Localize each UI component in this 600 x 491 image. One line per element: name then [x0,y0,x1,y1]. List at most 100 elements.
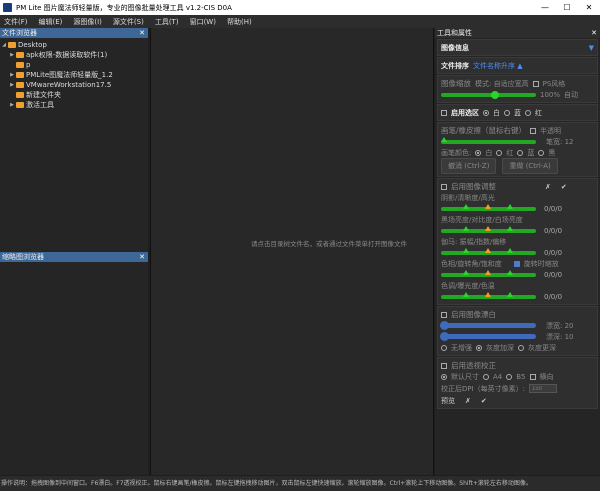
brush-white-radio[interactable] [475,149,482,156]
perspective-ok-button[interactable]: ✔ [481,397,487,405]
slider-handle-mid[interactable] [485,225,491,231]
close-button[interactable]: ✕ [578,0,600,15]
slider-handle[interactable] [440,332,449,341]
folder-icon [16,82,24,88]
close-panel-icon[interactable]: ✕ [591,28,597,38]
selection-red-radio[interactable] [525,109,531,116]
slider-handle-mid[interactable] [485,203,491,209]
enable-selection-checkbox[interactable] [441,109,447,116]
adjust-ok-button[interactable]: ✔ [561,183,567,191]
brush-red-radio[interactable] [496,149,503,156]
selection-white-radio[interactable] [483,109,489,116]
rotate-scale-checkbox[interactable] [513,260,520,267]
perspective-cancel-button[interactable]: ✗ [465,397,471,405]
bleach-depth-slider[interactable] [440,332,536,341]
adjust-value: 0/0/0 [544,226,563,235]
adjust-slider[interactable] [441,291,536,299]
sort-order-button[interactable]: 文件名称升序 ▲ [473,61,523,71]
close-panel-icon[interactable]: ✕ [139,28,145,38]
sort-section: 文件排序 文件名称升序 ▲ [437,57,598,74]
tree-node[interactable]: ▶ 激活工具 [0,100,148,110]
expand-arrow-icon[interactable]: ▶ [8,102,16,108]
tree-node[interactable]: ▶ apk权限-数据读取软件(1) [0,50,148,60]
slider-handle-low[interactable] [463,269,469,275]
default-size-radio[interactable] [441,373,447,380]
translucent-checkbox[interactable] [530,127,537,134]
slider-handle-low[interactable] [463,247,469,253]
slider-handle-high[interactable] [507,203,513,209]
brush-black-radio[interactable] [538,149,545,156]
tree-root[interactable]: ◢ Desktop [0,40,148,50]
expand-arrow-icon[interactable]: ▶ [8,52,16,58]
slider-handle-mid[interactable] [485,291,491,297]
menu-source-file[interactable]: 源文件(S) [113,17,144,27]
dpi-label: 校正后DPI（每英寸像素）: [441,384,526,393]
slider-handle[interactable] [440,321,449,330]
zoom-slider-handle[interactable] [491,90,499,99]
adjust-slider[interactable] [441,247,536,255]
bleach-depth-value: 漂深: 10 [546,332,574,341]
expand-arrow-icon[interactable]: ▶ [8,72,16,78]
tree-node[interactable]: ▶ PMLite图魔法师轻量版_1.2 [0,70,148,80]
enable-bleach-checkbox[interactable] [441,311,447,318]
enable-adjust-checkbox[interactable] [441,183,447,190]
slider-handle-high[interactable] [507,225,513,231]
expanded-arrow-icon[interactable]: ◢ [0,42,8,48]
gray-deepen-radio[interactable] [476,344,482,351]
brush-width-slider[interactable] [441,136,536,144]
no-enhance-radio[interactable] [441,344,447,351]
slider-handle-mid[interactable] [485,269,491,275]
maximize-button[interactable]: ☐ [556,0,578,15]
menu-file[interactable]: 文件(F) [4,17,28,27]
menu-tools[interactable]: 工具(T) [155,17,179,27]
slider-handle-low[interactable] [463,203,469,209]
close-panel-icon[interactable]: ✕ [139,252,145,262]
undo-button[interactable]: 撤消 (Ctrl-Z) [441,158,497,174]
zoom-mode[interactable]: 模式: 自适应宽高 [475,79,529,89]
slider-handle-mid[interactable] [485,247,491,253]
selection-label: 启用选区 [451,108,479,117]
menu-help[interactable]: 帮助(H) [227,17,252,27]
adjust-slider[interactable] [441,225,536,233]
slider-handle-high[interactable] [507,269,513,275]
slider-handle-high[interactable] [507,291,513,297]
adjust-slider[interactable] [441,203,536,211]
image-canvas[interactable]: 请点击目录树文件名，或者通过文件菜单打开图像文件 [150,28,434,475]
landscape-checkbox[interactable] [529,373,536,380]
menu-edit[interactable]: 编辑(E) [39,17,63,27]
tree-node[interactable]: ▶ VMwareWorkstation17.5 [0,80,148,90]
ps-style-checkbox[interactable] [532,80,539,87]
minimize-button[interactable]: — [534,0,556,15]
tree-node[interactable]: 新建文件夹 [0,90,148,100]
slider-handle-low[interactable] [463,291,469,297]
file-browser-panel: 文件浏览器 ✕ ◢ Desktop ▶ apk权限-数据读取软件(1) p ▶ PMLite… [0,28,148,475]
brush-blue-radio[interactable] [517,149,524,156]
gray-deeper-radio[interactable] [518,344,524,351]
tree-node[interactable]: p [0,60,148,70]
b5-radio[interactable] [506,373,513,380]
a4-radio[interactable] [483,373,489,380]
enable-perspective-checkbox[interactable] [441,362,447,369]
slider-handle-low[interactable] [463,225,469,231]
menu-source-image[interactable]: 源图像(I) [73,17,102,27]
bleach-section: 启用图像漂白 漂宽: 20 漂深: 10 无增强 灰度加深 灰度更深 [437,306,598,356]
redo-button[interactable]: 重做 (Ctrl-A) [502,158,558,174]
dropdown-icon[interactable]: ▼ [589,44,594,52]
zoom-auto[interactable]: 自动 [564,90,578,100]
brush-width-handle[interactable] [441,136,447,142]
dpi-input[interactable] [529,384,558,393]
image-info-section[interactable]: 图像信息 ▼ [437,39,598,56]
zoom-slider[interactable] [441,90,536,99]
menu-window[interactable]: 窗口(W) [190,17,216,27]
expand-arrow-icon[interactable]: ▶ [8,82,16,88]
folder-icon [8,42,16,48]
bleach-range-slider[interactable] [440,321,536,330]
selection-blue-radio[interactable] [504,109,510,116]
brush-width-value: 笔宽: 12 [546,137,574,146]
node-label: 新建文件夹 [26,91,61,99]
adjust-slider[interactable] [441,269,536,277]
adjust-cancel-button[interactable]: ✗ [545,183,551,191]
radio-label: B5 [516,372,526,381]
slider-handle-high[interactable] [507,247,513,253]
preview-button[interactable]: 预览 [441,396,455,406]
